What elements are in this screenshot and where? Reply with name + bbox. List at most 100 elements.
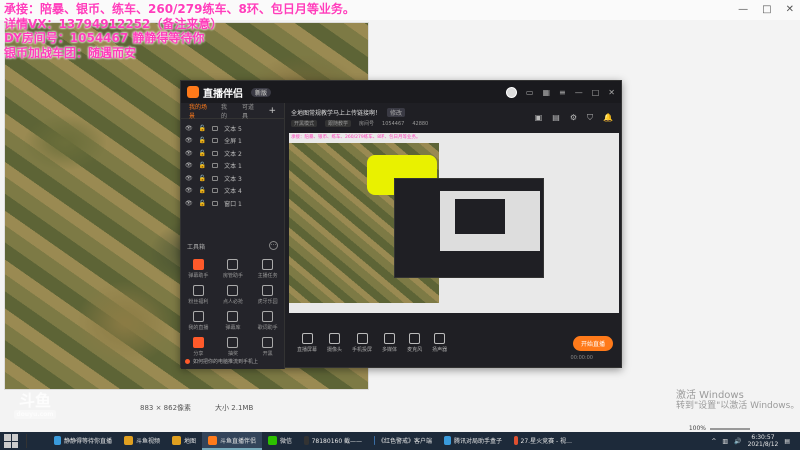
tool-tasks[interactable]: 主播任务 [250,259,285,279]
phone-push-hint[interactable]: 如何把你的电脑推流到手机上 [185,358,258,365]
microphone-button[interactable]: 麦克风 [407,333,422,353]
minimize-icon[interactable]: — [575,88,583,97]
lock-icon[interactable]: 🔓 [199,187,206,194]
tool-label: 我的直播 [188,325,209,331]
gift-icon[interactable]: ▦ [542,88,550,97]
avatar[interactable] [505,86,517,98]
category-chip[interactable]: 开黑模式 [291,120,318,127]
eye-icon[interactable]: 👁 [185,200,193,207]
taskbar-item[interactable]: 斗鱼直播伴侣 [202,432,263,450]
list-item[interactable]: 👁 🔓 文本 4 [181,185,284,198]
list-item[interactable]: 👁 🔓 全屏 1 [181,135,284,148]
user-icon [227,259,239,270]
lock-icon[interactable]: 🔓 [199,150,206,157]
tool-label: 扬声器 [432,347,448,353]
list-item[interactable]: 👁 🔓 文本 3 [181,172,284,185]
taskbar-label: 腾讯对局助手盒子 [454,437,503,445]
taskbar-item[interactable]: 27.星火竞赛 - 视… [508,432,578,450]
task-view-button[interactable] [26,434,48,448]
list-item[interactable]: 👁 🔓 文本 1 [181,160,284,173]
tool-danmu[interactable]: 弹幕助手 [181,259,216,279]
taskbar-item[interactable]: 《红色警戒》客户端 [368,432,438,450]
system-clock[interactable]: 6:30:57 2021/8/12 [748,434,779,448]
taskbar-item[interactable]: 斗鱼视频 [118,432,166,450]
list-item[interactable]: 👁 🔓 文本 5 [181,122,284,135]
tool-my-live[interactable]: 我的直播 [181,311,216,331]
tool-team[interactable]: 开黑 [250,337,285,357]
stream-preview[interactable]: 承接：陪暴、银币、练车、260/279练车、8环、包日月等业务。 [289,133,619,313]
lock-icon[interactable]: 🔓 [199,200,206,207]
edit-title-button[interactable]: 修改 [387,108,406,117]
taskbar-item[interactable]: 地图 [166,432,202,450]
taskbar-label: 静静得等待你直播 [63,437,112,445]
taskbar-item[interactable]: 静静得等待你直播 [48,432,118,450]
media-button[interactable]: 多媒体 [382,333,397,353]
tool-label: 开黑 [262,351,273,357]
taskbar-item[interactable]: 微信 [262,432,298,450]
minimize-button[interactable]: — [738,4,748,15]
eye-icon[interactable]: 👁 [185,162,193,169]
notification-icon[interactable]: ▤ [784,438,790,445]
tool-lottery[interactable]: 抽奖 [216,337,251,357]
tool-label: 歌词助手 [257,325,278,331]
eye-icon[interactable]: 👁 [185,150,193,157]
chevron-up-icon[interactable]: ^ [711,438,716,445]
menu-icon[interactable]: ≡ [559,88,566,97]
start-live-button[interactable]: 开始直播 [572,335,613,351]
version-tag[interactable]: 新版 [251,87,272,97]
danmu-icon [192,259,204,270]
volume-icon[interactable]: 🔊 [734,438,741,445]
tool-room-admin[interactable]: 房管助手 [216,259,251,279]
screen-capture-button[interactable]: 直播屏幕 [297,333,317,353]
speaker-icon [434,333,446,344]
tool-share[interactable]: 分享 [181,337,216,357]
lock-icon[interactable]: 🔓 [199,175,206,182]
browser-icon [514,435,518,445]
tab-props[interactable]: 可道具 [242,102,258,120]
tool-lyrics[interactable]: 歌词助手 [250,311,285,331]
tab-my-scene[interactable]: 我的场景 [189,102,211,120]
tool-snatch[interactable]: 点人必抢 [216,285,251,305]
tab-mine[interactable]: 我的 [221,102,232,120]
eye-icon[interactable]: 👁 [185,125,193,132]
tool-paradise[interactable]: 虎牙乐园 [250,285,285,305]
lock-icon[interactable]: 🔓 [199,125,206,132]
shield-icon[interactable]: ⛉ [587,113,593,123]
eye-icon[interactable]: 👁 [185,175,193,182]
close-icon[interactable]: ✕ [608,88,615,97]
image-file-size: 大小 2.1MB [215,404,254,412]
taskbar-item[interactable]: 78180160 截—— [298,432,368,450]
network-icon[interactable]: ▥ [722,438,728,445]
list-item[interactable]: 👁 🔓 窗口 1 [181,197,284,210]
message-icon[interactable]: ▭ [526,88,534,97]
add-source-button[interactable]: + [268,106,276,116]
settings-icon[interactable]: ⚙ [570,113,577,123]
taskbar-item[interactable]: 腾讯对局助手盒子 [438,432,508,450]
close-button[interactable]: ✕ [786,4,794,15]
list-item[interactable]: 👁 🔓 文本 2 [181,147,284,160]
stream-source-toolbar: 直播屏幕 摄像头 手机投屏 多媒体 麦克风 扬声器 开始直播 [285,317,621,369]
lock-icon[interactable]: 🔓 [199,137,206,144]
maximize-icon[interactable]: □ [592,88,600,97]
eye-icon[interactable]: 👁 [185,137,193,144]
save-icon[interactable]: ▣ [535,113,543,123]
tool-fan-welfare[interactable]: 粉丝福利 [181,285,216,305]
lock-icon[interactable]: 🔓 [199,162,206,169]
toolbox-more-button[interactable]: ··· [269,241,278,250]
game-icon [262,285,274,296]
camera-button[interactable]: 摄像头 [327,333,342,353]
tool-danmu-lib[interactable]: 弹幕库 [216,311,251,331]
toolbox-title: 工具箱 [187,244,206,251]
eye-icon[interactable]: 👁 [185,187,193,194]
layout-icon[interactable]: ▤ [552,113,560,123]
tool-label: 麦克风 [407,347,423,353]
system-tray: ^ ▥ 🔊 6:30:57 2021/8/12 ▤ [711,434,800,448]
start-menu-button[interactable] [4,434,18,448]
zoom-slider[interactable] [710,427,750,430]
speaker-button[interactable]: 扬声器 [432,333,447,353]
clock-date: 2021/8/12 [747,441,779,448]
bell-icon[interactable]: 🔔 [603,113,613,123]
phone-cast-button[interactable]: 手机投屏 [352,333,372,353]
maximize-button[interactable]: □ [762,4,771,15]
area-chip[interactable]: 跟随教学 [325,120,352,127]
